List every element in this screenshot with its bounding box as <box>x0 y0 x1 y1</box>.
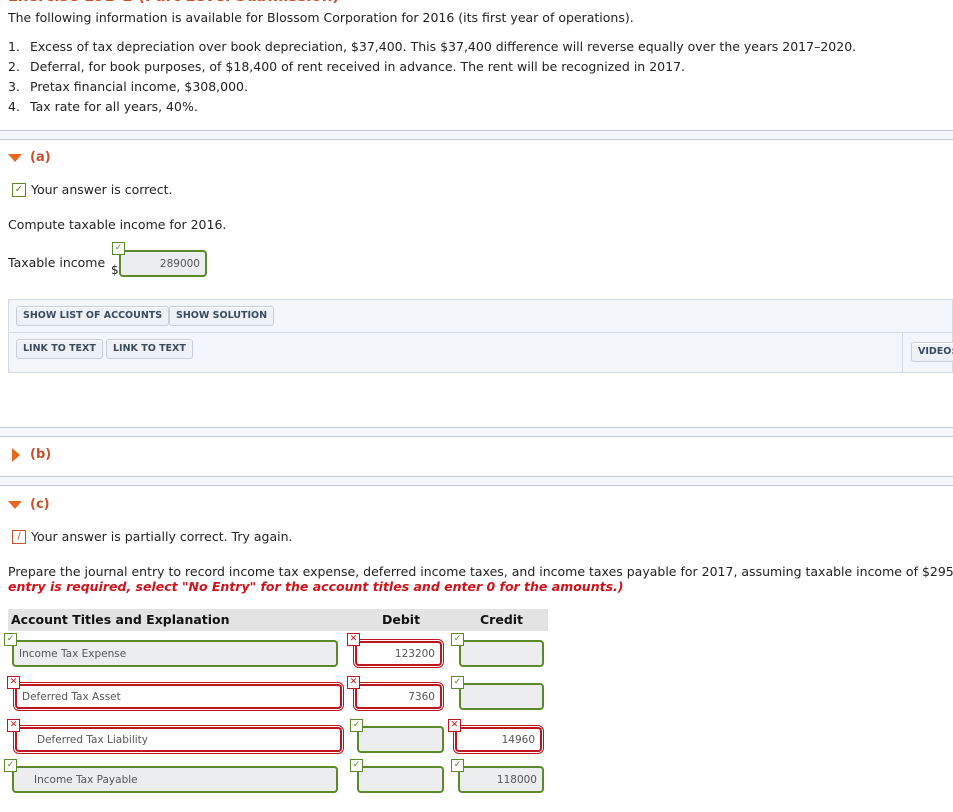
part-c-prompt: Prepare the journal entry to record inco… <box>8 564 953 594</box>
correct-mark-icon: ✓ <box>4 759 17 772</box>
column-header-debit: Debit <box>382 612 421 627</box>
taxable-income-label: Taxable income <box>8 255 106 270</box>
account-title-input[interactable]: Deferred Tax Asset <box>13 682 344 711</box>
correct-mark-icon: ✓ <box>112 242 125 255</box>
feedback-text: Your answer is correct. <box>31 182 173 197</box>
credit-input[interactable] <box>459 640 544 667</box>
incorrect-mark-icon: ✕ <box>347 676 360 689</box>
fact-text: Excess of tax depreciation over book dep… <box>30 39 857 54</box>
collapse-triangle-icon <box>8 500 22 509</box>
part-a-feedback: ✓ Your answer is correct. <box>12 182 172 197</box>
incorrect-mark-icon: ✕ <box>347 633 360 646</box>
correct-mark-icon: ✓ <box>350 719 363 732</box>
currency-symbol: $ <box>111 263 119 277</box>
journal-table-header: Account Titles and Explanation Debit Cre… <box>8 609 548 631</box>
fact-text: Tax rate for all years, 40%. <box>30 99 198 114</box>
correct-mark-icon: ✓ <box>451 676 464 689</box>
fact-item: 1. Excess of tax depreciation over book d… <box>8 40 856 60</box>
incorrect-mark-icon: ✕ <box>7 719 20 732</box>
video-button[interactable]: VIDEO: <box>911 342 953 362</box>
credit-input[interactable]: 118000 <box>458 766 544 793</box>
fact-number: 2. <box>8 59 20 74</box>
part-b-label: (b) <box>30 447 52 462</box>
part-c-feedback: ∕ Your answer is partially correct. Try … <box>12 529 292 544</box>
link-to-text-button-1[interactable]: LINK TO TEXT <box>16 339 103 359</box>
debit-input[interactable] <box>357 766 444 793</box>
expand-triangle-icon <box>12 447 20 462</box>
prompt-note: entry is required, select "No Entry" for… <box>8 579 624 594</box>
correct-mark-icon: ✓ <box>451 759 464 772</box>
fact-item: 3. Pretax financial income, $308,000. <box>8 80 856 100</box>
collapse-triangle-icon <box>8 153 22 162</box>
account-title-input[interactable]: Deferred Tax Liability <box>13 725 344 754</box>
checkmark-icon: ✓ <box>12 182 26 197</box>
facts-list: 1. Excess of tax depreciation over book d… <box>8 40 856 120</box>
part-a-label: (a) <box>30 150 51 165</box>
fact-item: 4. Tax rate for all years, 40%. <box>8 100 856 120</box>
debit-input[interactable] <box>357 726 444 753</box>
exercise-title: Exercise 19B-2 (Part Level Submission) <box>8 0 339 5</box>
show-solution-button[interactable]: SHOW SOLUTION <box>169 306 275 326</box>
debit-input[interactable]: 123200 <box>353 639 444 668</box>
fact-number: 1. <box>8 39 20 54</box>
feedback-text: Your answer is partially correct. Try ag… <box>31 529 293 544</box>
section-divider <box>0 476 953 486</box>
correct-mark-icon: ✓ <box>350 759 363 772</box>
fact-item: 2. Deferral, for book purposes, of $18,40… <box>8 60 856 80</box>
incorrect-mark-icon: ✕ <box>448 719 461 732</box>
debit-input[interactable]: 7360 <box>353 682 444 711</box>
correct-mark-icon: ✓ <box>4 633 17 646</box>
section-divider <box>0 427 953 437</box>
incorrect-mark-icon: ✕ <box>7 676 20 689</box>
show-list-of-accounts-button[interactable]: SHOW LIST OF ACCOUNTS <box>16 306 170 326</box>
part-a-question: Compute taxable income for 2016. <box>8 217 227 232</box>
toolbar-divider <box>9 332 952 333</box>
part-c-toggle[interactable]: (c) <box>8 497 50 512</box>
intro-text: The following information is available f… <box>8 10 634 25</box>
prompt-text: Prepare the journal entry to record inco… <box>8 564 953 579</box>
part-b-toggle[interactable]: (b) <box>8 447 51 462</box>
section-divider <box>0 130 953 140</box>
partial-pencil-icon: ∕ <box>12 529 26 544</box>
credit-input[interactable]: 14960 <box>453 725 544 754</box>
taxable-income-input[interactable]: 289000 <box>119 250 207 277</box>
toolbar-divider-vertical <box>902 333 903 372</box>
part-a-toggle[interactable]: (a) <box>8 150 51 165</box>
credit-input[interactable] <box>459 683 544 710</box>
fact-number: 4. <box>8 99 20 114</box>
fact-number: 3. <box>8 79 20 94</box>
column-header-credit: Credit <box>480 612 524 627</box>
link-to-text-button-2[interactable]: LINK TO TEXT <box>106 339 193 359</box>
column-header-account: Account Titles and Explanation <box>11 612 230 627</box>
fact-text: Deferral, for book purposes, of $18,400 … <box>30 59 685 74</box>
correct-mark-icon: ✓ <box>451 633 464 646</box>
part-c-label: (c) <box>30 497 50 512</box>
part-a-toolbar: SHOW LIST OF ACCOUNTS SHOW SOLUTION LINK… <box>8 299 953 373</box>
account-title-input[interactable]: Income Tax Payable <box>12 766 338 793</box>
fact-text: Pretax financial income, $308,000. <box>30 79 248 94</box>
account-title-input[interactable]: Income Tax Expense <box>12 640 338 667</box>
